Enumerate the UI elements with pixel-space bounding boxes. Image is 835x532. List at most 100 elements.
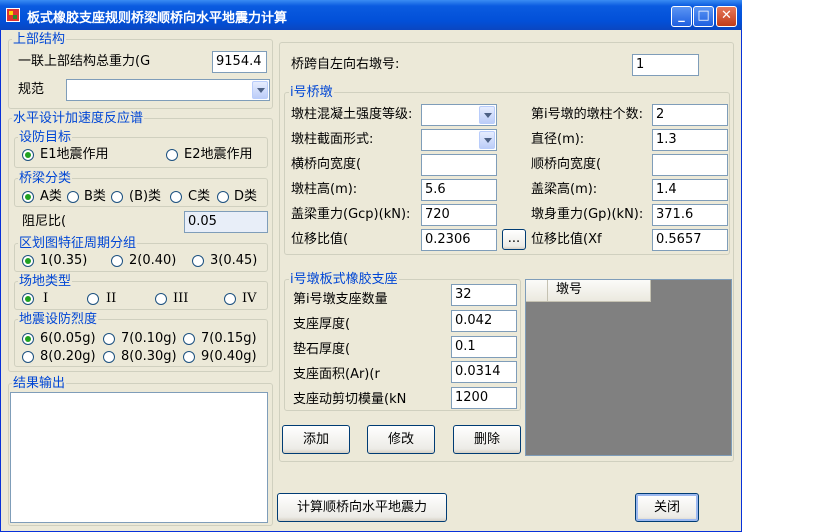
intensity-7a-label[interactable]: 7(0.10g)	[121, 331, 177, 347]
bearing-thickness-label: 支座厚度(	[293, 317, 351, 332]
cap-height-input[interactable]: 1.4	[652, 179, 728, 201]
class-d-radio[interactable]	[217, 191, 229, 203]
transverse-width-label: 横桥向宽度(	[291, 157, 362, 172]
concrete-grade-select[interactable]	[421, 104, 497, 126]
intensity-7a-radio[interactable]	[103, 333, 115, 345]
add-button[interactable]: 添加	[282, 425, 350, 454]
grid-column-header[interactable]: 墩号	[548, 280, 651, 302]
target-title: 设防目标	[18, 130, 73, 145]
disp-ratio-xf-label: 位移比值(Xf	[531, 232, 602, 247]
damping-input[interactable]: 0.05	[184, 211, 268, 233]
calculate-button[interactable]: 计算顺桥向水平地震力	[277, 493, 447, 522]
total-weight-label: 一联上部结构总重力(G	[18, 54, 151, 69]
pad-thickness-input[interactable]: 0.1	[451, 336, 517, 358]
site-1-label[interactable]: I	[43, 291, 48, 307]
intensity-6-radio[interactable]	[22, 333, 34, 345]
grid-corner-header[interactable]	[526, 280, 548, 302]
target-e1-radio[interactable]	[22, 149, 34, 161]
disp-ratio-browse-button[interactable]: ...	[502, 229, 526, 250]
class-a-radio[interactable]	[22, 191, 34, 203]
class-d-label[interactable]: D类	[234, 189, 257, 205]
site-4-radio[interactable]	[224, 293, 236, 305]
column-count-label: 第i号墩的墩柱个数:	[531, 107, 643, 122]
chevron-down-icon[interactable]	[479, 131, 495, 149]
site-2-label[interactable]: II	[106, 291, 116, 307]
period-2-radio[interactable]	[111, 255, 123, 267]
concrete-grade-label: 墩柱混凝土强度等级:	[291, 107, 413, 122]
intensity-7b-radio[interactable]	[183, 333, 195, 345]
site-2-radio[interactable]	[87, 293, 99, 305]
bearing-area-label: 支座面积(Ar)(r	[293, 367, 380, 382]
intensity-8b-label[interactable]: 8(0.30g)	[121, 349, 177, 365]
transverse-width-input[interactable]	[421, 154, 497, 176]
period-1-radio[interactable]	[22, 255, 34, 267]
bridge-class-title: 桥梁分类	[18, 171, 73, 186]
period-2-label[interactable]: 2(0.40)	[129, 253, 176, 269]
maximize-button[interactable]: □	[693, 6, 714, 27]
column-height-input[interactable]: 5.6	[421, 179, 497, 201]
pier-data-grid[interactable]: 墩号	[525, 279, 732, 456]
class-b-paren-radio[interactable]	[111, 191, 123, 203]
intensity-8a-radio[interactable]	[22, 351, 34, 363]
intensity-7b-label[interactable]: 7(0.15g)	[201, 331, 257, 347]
pier-number-input[interactable]: 1	[632, 54, 699, 76]
longitudinal-width-input[interactable]	[652, 154, 728, 176]
intensity-6-label[interactable]: 6(0.05g)	[40, 331, 96, 347]
result-output-textarea[interactable]	[10, 392, 268, 523]
minimize-button[interactable]: _	[671, 6, 692, 27]
period-3-radio[interactable]	[192, 255, 204, 267]
spec-label: 规范	[18, 82, 45, 97]
bearing-area-input[interactable]: 0.0314	[451, 361, 517, 383]
app-icon	[6, 8, 20, 22]
spec-select[interactable]	[66, 79, 270, 101]
pier-weight-input[interactable]: 371.6	[652, 204, 728, 226]
section-form-select[interactable]	[421, 129, 497, 151]
bearing-title: i号墩板式橡胶支座	[289, 272, 399, 287]
site-4-label[interactable]: IV	[242, 291, 257, 307]
longitudinal-width-label: 顺桥向宽度(	[531, 157, 602, 172]
total-weight-input[interactable]: 9154.4	[212, 51, 267, 73]
intensity-8b-radio[interactable]	[103, 351, 115, 363]
close-window-button[interactable]: ✕	[716, 6, 737, 27]
intensity-8a-label[interactable]: 8(0.20g)	[40, 349, 96, 365]
cap-weight-input[interactable]: 720	[421, 204, 497, 226]
site-3-label[interactable]: III	[173, 291, 188, 307]
class-b-paren-label[interactable]: (B)类	[129, 189, 161, 205]
cap-height-label: 盖梁高(m):	[531, 182, 598, 197]
class-b-radio[interactable]	[67, 191, 79, 203]
shear-modulus-input[interactable]: 1200	[451, 387, 517, 409]
bearing-thickness-input[interactable]: 0.042	[451, 310, 517, 332]
disp-ratio-label: 位移比值(	[291, 232, 349, 247]
pier-weight-label: 墩身重力(Gp)(kN):	[531, 207, 644, 222]
site-3-radio[interactable]	[155, 293, 167, 305]
intensity-9-label[interactable]: 9(0.40g)	[201, 349, 257, 365]
column-count-input[interactable]: 2	[652, 104, 728, 126]
modify-button[interactable]: 修改	[367, 425, 435, 454]
disp-ratio-input[interactable]: 0.2306	[421, 229, 497, 251]
target-e1-label[interactable]: E1地震作用	[40, 147, 109, 163]
disp-ratio-xf-input[interactable]: 0.5657	[652, 229, 728, 251]
window-title: 板式橡胶支座规则桥梁顺桥向水平地震力计算	[27, 11, 288, 26]
intensity-9-radio[interactable]	[183, 351, 195, 363]
bearing-count-input[interactable]: 32	[451, 284, 517, 306]
intensity-title: 地震设防烈度	[18, 312, 99, 327]
chevron-down-icon[interactable]	[252, 81, 268, 99]
class-b-label[interactable]: B类	[84, 189, 106, 205]
site-1-radio[interactable]	[22, 293, 34, 305]
upper-structure-title: 上部结构	[12, 32, 67, 47]
class-a-label[interactable]: A类	[40, 189, 62, 205]
period-1-label[interactable]: 1(0.35)	[40, 253, 87, 269]
delete-button[interactable]: 删除	[453, 425, 521, 454]
damping-label: 阻尼比(	[22, 214, 67, 229]
target-e2-label[interactable]: E2地震作用	[184, 147, 253, 163]
class-c-label[interactable]: C类	[188, 189, 210, 205]
result-title: 结果输出	[12, 376, 67, 391]
pier-number-label: 桥跨自左向右墩号:	[291, 57, 400, 72]
pad-thickness-label: 垫石厚度(	[293, 342, 351, 357]
chevron-down-icon[interactable]	[479, 106, 495, 124]
period-3-label[interactable]: 3(0.45)	[210, 253, 257, 269]
diameter-input[interactable]: 1.3	[652, 129, 728, 151]
class-c-radio[interactable]	[170, 191, 182, 203]
target-e2-radio[interactable]	[166, 149, 178, 161]
close-button[interactable]: 关闭	[635, 493, 699, 522]
